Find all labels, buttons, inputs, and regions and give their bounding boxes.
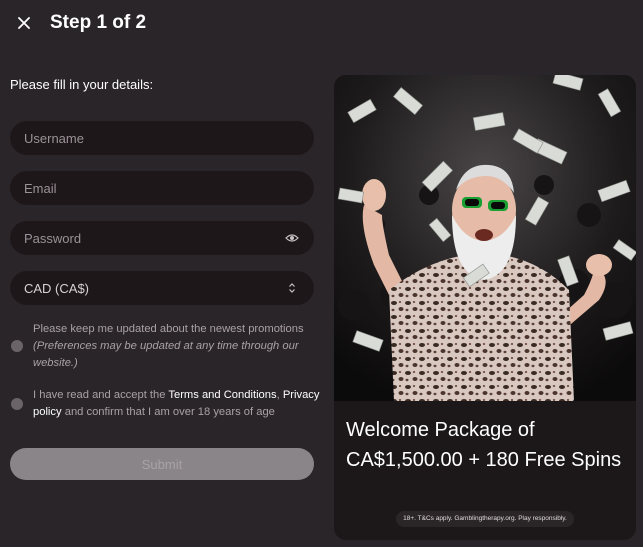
terms-prefix: I have read and accept the: [33, 389, 169, 401]
promo-consent-text: Please keep me updated about the newest …: [33, 321, 323, 372]
currency-selected-value: CAD (CA$): [24, 280, 90, 296]
responsible-gaming-disclaimer: 18+. T&Cs apply. Gamblingtherapy.org. Pl…: [396, 511, 574, 527]
email-input[interactable]: [24, 180, 300, 196]
close-button[interactable]: [14, 13, 34, 33]
promo-title: Welcome Package of CA$1,500.00 + 180 Fre…: [346, 419, 622, 471]
promo-consent-note: (Preferences may be updated at any time …: [33, 340, 299, 369]
password-input[interactable]: [24, 230, 300, 246]
promo-consent-label: Please keep me updated about the newest …: [33, 323, 304, 335]
header: Step 1 of 2: [0, 0, 643, 50]
page-title: Step 1 of 2: [50, 12, 147, 33]
terms-consent-radio[interactable]: [11, 398, 23, 410]
password-field[interactable]: [10, 221, 314, 255]
currency-select-toggle[interactable]: [284, 280, 300, 296]
terms-link[interactable]: Terms and Conditions: [168, 389, 276, 401]
promo-consent-radio[interactable]: [11, 340, 23, 352]
currency-select[interactable]: CAD (CA$): [10, 271, 314, 305]
username-field[interactable]: [10, 121, 314, 155]
promo-card: Welcome Package of CA$1,500.00 + 180 Fre…: [334, 75, 636, 540]
chevron-up-down-icon: [289, 283, 295, 293]
terms-consent-text: I have read and accept the Terms and Con…: [33, 387, 323, 421]
terms-suffix: and confirm that I am over 18 years of a…: [61, 406, 275, 418]
form-intro: Please fill in your details:: [10, 77, 154, 92]
eye-icon: [285, 234, 299, 242]
promo-image: [334, 75, 636, 401]
close-icon: [18, 17, 30, 29]
terms-comma: ,: [276, 389, 280, 401]
password-toggle-button[interactable]: [284, 230, 300, 246]
username-input[interactable]: [24, 130, 300, 146]
email-field[interactable]: [10, 171, 314, 205]
submit-button[interactable]: Submit: [10, 448, 314, 480]
